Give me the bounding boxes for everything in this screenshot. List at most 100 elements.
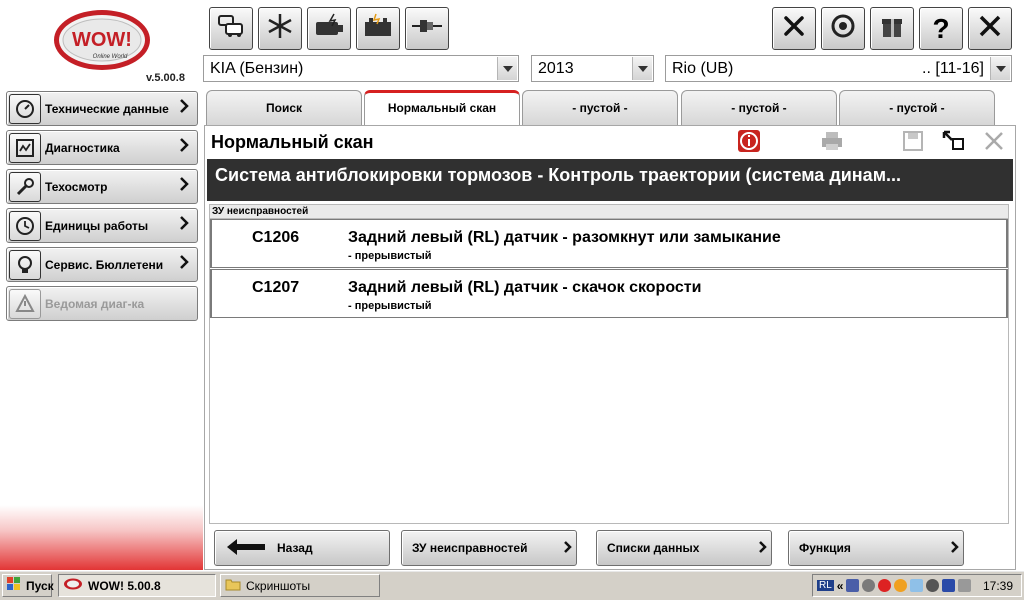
gauge-icon: [9, 93, 41, 124]
function-button[interactable]: Функция: [788, 530, 964, 566]
dropbox-icon[interactable]: [862, 579, 876, 592]
gift-button[interactable]: [870, 7, 914, 50]
taskbar-item-label: WOW! 5.00.8: [88, 578, 161, 593]
scan-panel: Нормальный скан Система антиблокировки т…: [204, 125, 1016, 570]
network-icon[interactable]: [846, 579, 860, 592]
sidebar-item-guided-diagnostics: Ведомая диаг-ка: [6, 286, 198, 321]
model-select-value: Rio (UB): [672, 59, 734, 77]
dtc-status: - прерывистый: [348, 250, 432, 262]
start-label: Пуск: [26, 578, 54, 593]
model-range: .. [11-16]: [922, 59, 984, 77]
antivirus-icon[interactable]: [878, 579, 892, 592]
data-lists-button[interactable]: Списки данных: [596, 530, 772, 566]
sidebar-item-label: Единицы работы: [45, 218, 149, 233]
svg-text:Online World: Online World: [93, 54, 128, 60]
help-button[interactable]: ?: [919, 7, 963, 50]
windows-logo-icon: [7, 577, 21, 594]
panel-title: Нормальный скан: [211, 132, 374, 152]
arrow-left-icon: [227, 538, 267, 558]
sidebar-item-service-bulletins[interactable]: Сервис. Бюллетени: [6, 247, 198, 282]
chevron-down-icon[interactable]: [497, 57, 517, 80]
tab-normal-scan[interactable]: Нормальный скан: [364, 90, 520, 127]
svg-text:WOW!: WOW!: [72, 29, 132, 51]
wrench-icon: [9, 171, 41, 202]
save-icon: [902, 130, 924, 157]
start-button[interactable]: Пуск: [2, 574, 54, 597]
sidebar-item-label: Техосмотр: [45, 179, 108, 194]
year-select[interactable]: 2013: [531, 55, 654, 82]
media-icon[interactable]: [926, 579, 940, 592]
chevron-down-icon[interactable]: [632, 57, 652, 80]
info-icon: [737, 129, 761, 158]
sidebar-item-label: Сервис. Бюллетени: [45, 257, 164, 272]
sidebar-item-work-units[interactable]: Единицы работы: [6, 208, 198, 243]
panel-close-button[interactable]: [981, 130, 1007, 156]
dtc-status: - прерывистый: [348, 300, 432, 312]
storage-icon[interactable]: [942, 579, 956, 592]
print-button[interactable]: [819, 130, 845, 156]
clock-icon: [9, 210, 41, 241]
fault-memory-button-label: ЗУ неисправностей: [412, 541, 528, 555]
taskbar-item-screenshots[interactable]: Скриншоты: [220, 574, 380, 597]
chevron-right-icon: [179, 99, 193, 118]
climate-button[interactable]: [258, 7, 302, 50]
battery-button[interactable]: [356, 7, 400, 50]
battery-icon: [362, 12, 394, 45]
close-icon: [977, 13, 1003, 44]
plug-icon: [411, 16, 443, 41]
history-button[interactable]: [821, 7, 865, 50]
expand-button[interactable]: [940, 130, 966, 156]
model-select[interactable]: Rio (UB) .. [11-16]: [665, 55, 1012, 82]
chevron-right-icon: [564, 540, 572, 556]
save-button[interactable]: [900, 130, 926, 156]
wow-app-icon: [63, 578, 83, 593]
sidebar-item-technical-data[interactable]: Технические данные: [6, 91, 198, 126]
tools-button[interactable]: [772, 7, 816, 50]
taskbar: Пуск WOW! 5.00.8 Скриншоты RL « 17:39: [0, 570, 1024, 600]
tools-icon: [780, 12, 808, 45]
traffic-button[interactable]: [209, 7, 253, 50]
tab-search[interactable]: Поиск: [206, 90, 362, 126]
chevron-right-icon: [179, 255, 193, 274]
chevron-right-icon: [951, 540, 959, 556]
wow-logo: WOW! Online World: [52, 8, 152, 72]
chevron-right-icon: [759, 540, 767, 556]
make-select[interactable]: KIA (Бензин): [203, 55, 519, 82]
sidebar-item-label: Технические данные: [45, 101, 169, 116]
chevron-right-icon: [179, 177, 193, 196]
diagnostic-icon: [9, 132, 41, 163]
fault-memory-button[interactable]: ЗУ неисправностей: [401, 530, 577, 566]
tab-empty-1[interactable]: - пустой -: [522, 90, 678, 126]
back-button[interactable]: Назад: [214, 530, 390, 566]
tab-empty-3[interactable]: - пустой -: [839, 90, 995, 126]
tray-expand-icon[interactable]: «: [837, 579, 844, 593]
volume-icon[interactable]: [958, 579, 972, 592]
taskbar-item-label: Скриншоты: [246, 578, 311, 593]
dtc-code: C1207: [252, 279, 300, 296]
lightbulb-icon: [9, 249, 41, 280]
dtc-row[interactable]: C1207 Задний левый (RL) датчик - скачок …: [210, 269, 1008, 318]
app-version: v.5.00.8: [146, 72, 185, 84]
language-indicator[interactable]: RL: [817, 580, 834, 591]
clock: 17:39: [982, 578, 1013, 593]
update-icon[interactable]: [894, 579, 908, 592]
engine-button[interactable]: [307, 7, 351, 50]
info-button[interactable]: [736, 129, 762, 158]
make-select-value: KIA (Бензин): [210, 59, 304, 77]
sidebar-item-inspection[interactable]: Техосмотр: [6, 169, 198, 204]
left-column: WOW! Online World v.5.00.8 Технические д…: [0, 0, 203, 570]
exit-button[interactable]: [968, 7, 1012, 50]
chevron-down-icon[interactable]: [990, 57, 1010, 80]
expand-icon: [941, 129, 965, 158]
cloud-icon[interactable]: [910, 579, 924, 592]
taskbar-item-wow[interactable]: WOW! 5.00.8: [58, 574, 216, 597]
dtc-row[interactable]: C1206 Задний левый (RL) датчик - разомкн…: [210, 219, 1008, 268]
sidebar-item-diagnostics[interactable]: Диагностика: [6, 130, 198, 165]
tab-empty-2[interactable]: - пустой -: [681, 90, 837, 126]
engine-icon: [312, 12, 346, 45]
connector-button[interactable]: [405, 7, 449, 50]
dtc-description: Задний левый (RL) датчик - скачок скорос…: [348, 279, 702, 296]
chevron-right-icon: [179, 138, 193, 157]
dtc-code: C1206: [252, 229, 300, 246]
warning-icon: [9, 288, 41, 319]
